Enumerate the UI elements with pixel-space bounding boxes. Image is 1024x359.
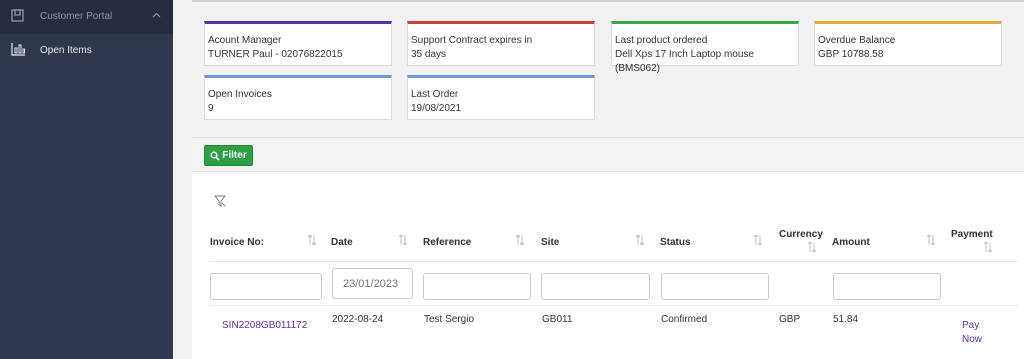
card-last-order: Last Order 19/08/2021 [407, 75, 595, 120]
card-value: 35 days [411, 49, 447, 60]
pay-now-line1: Pay [962, 320, 980, 331]
sidebar-item-customer-portal[interactable]: Customer Portal [0, 0, 173, 34]
search-icon [210, 151, 220, 161]
site-filter-input[interactable] [541, 273, 650, 300]
column-header-payment[interactable]: Payment [951, 229, 993, 240]
card-overdue-balance: Overdue Balance GBP 10788.58 [814, 21, 1002, 66]
invoices-panel: Invoice No: Date Reference Site Status C… [192, 171, 1024, 359]
clear-filter-icon[interactable] [214, 195, 226, 207]
card-value: 19/08/2021 [411, 103, 462, 114]
column-header-amount[interactable]: Amount [832, 237, 870, 248]
sort-icon[interactable] [398, 234, 408, 246]
header-divider [209, 261, 1017, 262]
status-filter-input[interactable] [661, 273, 769, 300]
date-filter-input[interactable] [332, 268, 413, 299]
card-title: Acount Manager [208, 35, 282, 46]
card-title: Open Invoices [208, 89, 272, 100]
filter-button[interactable]: Filter [204, 145, 253, 166]
site-cell: GB011 [542, 314, 573, 325]
column-header-reference[interactable]: Reference [423, 237, 471, 248]
sort-icon[interactable] [635, 234, 645, 246]
filter-button-label: Filter [222, 150, 247, 161]
column-header-site[interactable]: Site [541, 237, 559, 248]
sidebar: Customer Portal Open Items [0, 0, 173, 359]
sidebar-item-label: Open Items [40, 45, 92, 56]
amount-filter-input[interactable] [833, 273, 941, 300]
invoice-filter-input[interactable] [210, 273, 322, 300]
column-header-invoice[interactable]: Invoice No: [210, 237, 264, 248]
column-header-currency[interactable]: Currency [779, 229, 823, 240]
sort-icon[interactable] [515, 234, 525, 246]
reference-cell: Test Sergio [424, 314, 475, 325]
card-value: Dell Xps 17 Inch Laptop mouse (BMS062) [615, 49, 754, 74]
top-divider [192, 0, 1024, 2]
main-content: Acount Manager TURNER Paul - 02076822015… [173, 0, 1024, 359]
sort-icon[interactable] [926, 234, 936, 246]
card-title: Last Order [411, 89, 459, 100]
column-header-status[interactable]: Status [660, 237, 691, 248]
card-account-manager: Acount Manager TURNER Paul - 02076822015 [204, 21, 392, 66]
card-value: GBP 10788.58 [818, 49, 884, 60]
sort-icon[interactable] [983, 241, 993, 253]
pay-now-link[interactable]: Pay Now [962, 319, 982, 347]
sidebar-item-label: Customer Portal [40, 11, 113, 22]
column-header-date[interactable]: Date [331, 237, 353, 248]
card-title: Overdue Balance [818, 35, 896, 46]
pay-now-line2: Now [962, 334, 983, 345]
sort-icon[interactable] [753, 234, 763, 246]
filter-bar: Filter [192, 137, 1024, 171]
card-title: Last product ordered [615, 35, 708, 46]
card-support-contract: Support Contract expires in 35 days [407, 21, 595, 66]
card-value: TURNER Paul - 02076822015 [208, 49, 343, 60]
card-open-invoices: Open Invoices 9 [204, 75, 392, 120]
chevron-up-icon[interactable] [152, 12, 161, 18]
invoice-link[interactable]: SIN2208GB011172 [222, 320, 307, 331]
date-cell: 2022-08-24 [332, 314, 384, 325]
card-title: Support Contract expires in [411, 35, 533, 46]
card-value: 9 [208, 103, 214, 114]
status-cell: Confirmed [661, 314, 708, 325]
book-icon [11, 9, 24, 22]
bar-chart-icon [11, 43, 25, 56]
sort-icon[interactable] [807, 241, 817, 253]
sort-icon[interactable] [307, 234, 317, 246]
card-last-product: Last product ordered Dell Xps 17 Inch La… [611, 21, 799, 74]
sidebar-item-open-items[interactable]: Open Items [0, 36, 173, 66]
amount-cell: 51.84 [833, 314, 859, 325]
filter-divider [209, 305, 1017, 306]
reference-filter-input[interactable] [423, 273, 531, 300]
currency-cell: GBP [779, 314, 801, 325]
